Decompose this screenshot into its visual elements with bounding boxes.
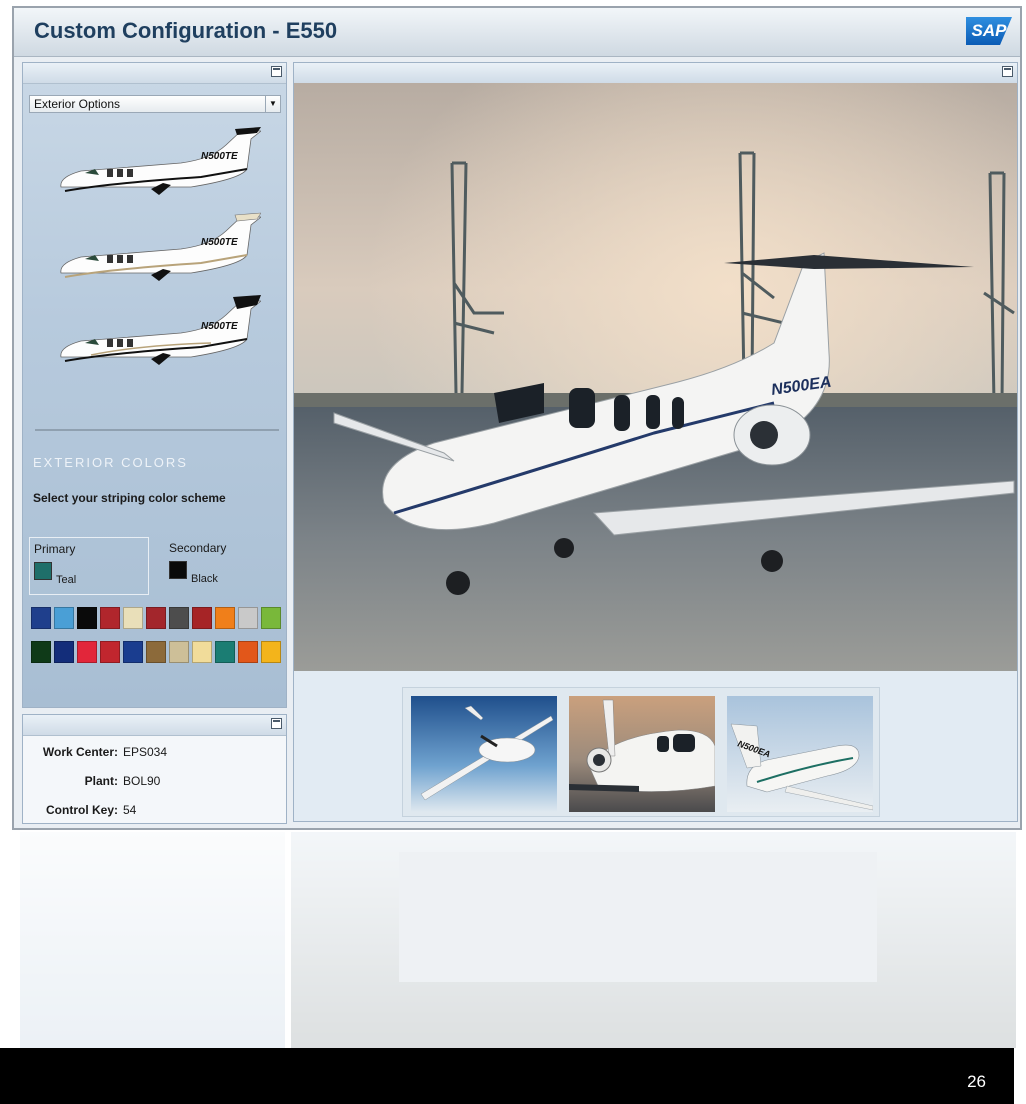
- color-swatch[interactable]: [192, 641, 212, 663]
- color-swatch[interactable]: [100, 641, 120, 663]
- thumbnail-rear-view[interactable]: [569, 696, 715, 812]
- color-swatch[interactable]: [169, 607, 189, 629]
- color-swatch[interactable]: [31, 607, 51, 629]
- color-swatch[interactable]: [215, 641, 235, 663]
- secondary-color-selector[interactable]: Secondary Black: [163, 537, 273, 595]
- color-swatch[interactable]: [77, 641, 97, 663]
- main-image-panel: N500EA N500EA: [293, 62, 1018, 822]
- thumbnail-flight-view[interactable]: N500EA: [727, 696, 873, 812]
- color-swatch[interactable]: [192, 607, 212, 629]
- panel-header: [294, 63, 1017, 84]
- exterior-option-2[interactable]: N500TE: [51, 211, 261, 293]
- color-swatch[interactable]: [123, 607, 143, 629]
- minimize-icon[interactable]: [271, 66, 282, 77]
- secondary-label: Secondary: [169, 541, 227, 555]
- plant-label: Plant:: [84, 774, 118, 788]
- control-key-value: 54: [123, 803, 137, 817]
- color-swatch[interactable]: [54, 641, 74, 663]
- secondary-color-swatch: [169, 561, 187, 579]
- color-swatch[interactable]: [169, 641, 189, 663]
- color-swatch[interactable]: [100, 607, 120, 629]
- minimize-icon[interactable]: [271, 718, 282, 729]
- exterior-option-3[interactable]: N500TE: [51, 295, 261, 377]
- exterior-options-panel: Exterior Options ▼ N500TE N500TE N500TE …: [22, 62, 287, 708]
- page-title: Custom Configuration - E550: [34, 18, 338, 43]
- main-jet-image: N500EA: [294, 83, 1017, 671]
- panel-header: [23, 715, 286, 736]
- color-swatch[interactable]: [238, 641, 258, 663]
- divider: [35, 429, 279, 431]
- color-swatch[interactable]: [54, 607, 74, 629]
- thumbnail-top-view[interactable]: [411, 696, 557, 812]
- primary-color-name: Teal: [56, 574, 77, 586]
- color-swatch[interactable]: [146, 607, 166, 629]
- primary-color-selector[interactable]: Primary Teal: [29, 537, 149, 595]
- page-number: 26: [967, 1072, 986, 1091]
- plant-value: BOL90: [123, 774, 161, 788]
- secondary-color-name: Black: [191, 573, 218, 585]
- chevron-down-icon[interactable]: ▼: [265, 96, 280, 112]
- tail-number: N500TE: [201, 151, 238, 162]
- primary-label: Primary: [34, 542, 76, 556]
- thumbnail-strip: N500EA: [402, 687, 880, 817]
- section-title: EXTERIOR COLORS: [33, 455, 188, 470]
- color-palette-row-1: [31, 607, 281, 629]
- color-palette-row-2: [31, 641, 281, 663]
- section-subtitle: Select your striping color scheme: [33, 491, 226, 505]
- sap-logo: SAP: [966, 17, 1012, 45]
- color-swatch[interactable]: [215, 607, 235, 629]
- dropdown-value: Exterior Options: [34, 97, 121, 111]
- tail-number: N500TE: [201, 321, 238, 332]
- minimize-icon[interactable]: [1002, 66, 1013, 77]
- work-center-value: EPS034: [123, 745, 168, 759]
- control-key-label: Control Key:: [46, 803, 118, 817]
- window-reflection: [12, 832, 1022, 1048]
- color-swatch[interactable]: [123, 641, 143, 663]
- color-swatch[interactable]: [146, 641, 166, 663]
- color-swatch[interactable]: [31, 641, 51, 663]
- color-swatch[interactable]: [261, 641, 281, 663]
- color-swatch[interactable]: [261, 607, 281, 629]
- tail-number: N500TE: [201, 237, 238, 248]
- work-center-label: Work Center:: [42, 745, 118, 759]
- exterior-option-1[interactable]: N500TE: [51, 125, 261, 207]
- primary-color-swatch: [34, 562, 52, 580]
- color-swatch[interactable]: [77, 607, 97, 629]
- slide-footer: 26: [0, 1048, 1014, 1104]
- app-window: Custom Configuration - E550 SAP Exterior…: [12, 6, 1022, 830]
- work-center-panel: Work Center: EPS034 Plant: BOL90 Control…: [22, 714, 287, 824]
- color-swatch[interactable]: [238, 607, 258, 629]
- options-dropdown[interactable]: Exterior Options ▼: [29, 95, 281, 113]
- title-bar: Custom Configuration - E550 SAP: [14, 8, 1020, 57]
- panel-header: [23, 63, 286, 84]
